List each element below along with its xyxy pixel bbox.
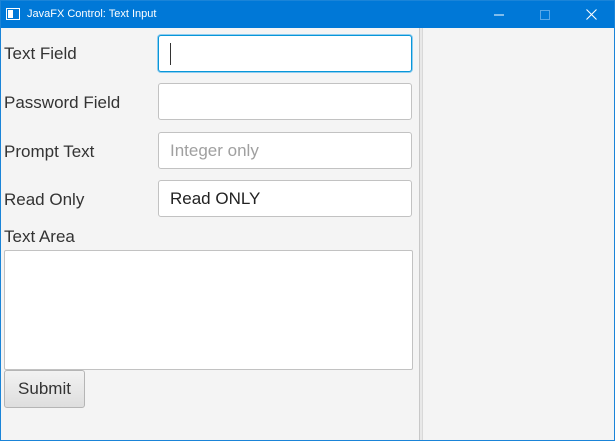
app-window: JavaFX Control: Text Input Text Field Pa… xyxy=(0,0,615,441)
prompt-text-label: Prompt Text xyxy=(4,142,95,161)
prompt-text-input[interactable]: Integer only xyxy=(158,132,412,169)
title-bar[interactable]: JavaFX Control: Text Input xyxy=(1,1,614,28)
app-icon xyxy=(6,8,20,20)
submit-button[interactable]: Submit xyxy=(4,370,85,408)
prompt-text-placeholder: Integer only xyxy=(170,140,259,160)
text-area-label: Text Area xyxy=(4,227,75,246)
text-caret xyxy=(170,42,171,65)
maximize-button[interactable] xyxy=(522,1,568,28)
close-icon xyxy=(585,9,597,20)
window-title: JavaFX Control: Text Input xyxy=(27,8,157,20)
close-button[interactable] xyxy=(568,1,614,28)
form-pane: Text Field Password Field Prompt Text In… xyxy=(1,28,419,440)
password-field-input[interactable] xyxy=(158,83,412,120)
maximize-icon xyxy=(540,9,550,20)
minimize-button[interactable] xyxy=(476,1,522,28)
text-area-input[interactable] xyxy=(4,250,413,370)
content-area: Text Field Password Field Prompt Text In… xyxy=(1,28,614,440)
minimize-icon xyxy=(494,10,504,20)
right-pane xyxy=(423,28,614,440)
password-field-label: Password Field xyxy=(4,93,121,112)
read-only-value: Read ONLY xyxy=(170,188,261,208)
read-only-label: Read Only xyxy=(4,190,85,209)
text-field-input[interactable] xyxy=(158,35,412,72)
text-field-label: Text Field xyxy=(4,44,77,63)
read-only-input[interactable]: Read ONLY xyxy=(158,180,412,217)
